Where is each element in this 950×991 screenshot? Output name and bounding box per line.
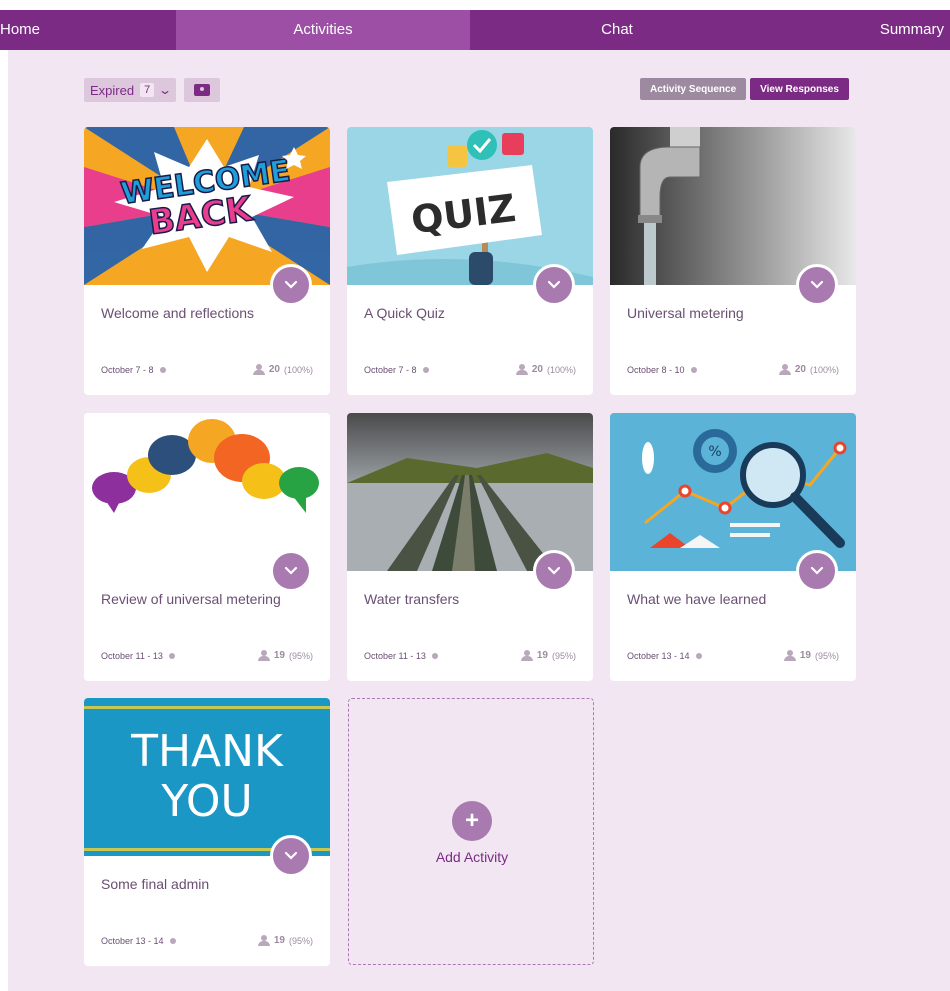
response-count: 20 (100%): [778, 364, 839, 375]
chevron-down-icon: [810, 280, 824, 289]
activity-card[interactable]: WELCOME BACK Welcome and reflections Oct…: [84, 127, 330, 395]
welcome-back-image: WELCOME BACK: [84, 127, 330, 285]
expand-button[interactable]: [270, 835, 312, 877]
expand-button[interactable]: [796, 264, 838, 306]
pipeline-image: [347, 413, 593, 571]
add-activity-card[interactable]: + Add Activity: [348, 698, 594, 965]
status-dot: [690, 367, 697, 373]
quiz-sign-image: QUIZ: [347, 127, 593, 285]
view-responses-button[interactable]: View Responses: [750, 78, 849, 100]
response-count: 19 (95%): [257, 935, 313, 946]
status-filter-dropdown[interactable]: Expired 7 ⌄: [84, 78, 177, 102]
person-icon: [520, 650, 533, 661]
activity-title: A Quick Quiz: [364, 305, 445, 321]
speech-bubbles-image: [84, 413, 330, 571]
filter-toolbar: Expired 7 ⌄: [84, 78, 221, 102]
activity-title: Welcome and reflections: [101, 305, 255, 321]
tab-home[interactable]: Home: [0, 10, 60, 50]
activity-card[interactable]: Universal metering October 8 - 10 20 (100…: [610, 127, 856, 395]
person-icon: [778, 364, 791, 375]
status-dot: [159, 367, 166, 373]
folder-button[interactable]: [184, 78, 221, 102]
activity-sequence-button[interactable]: Activity Sequence: [640, 78, 747, 100]
svg-text:YOU: YOU: [160, 776, 252, 827]
tab-chat[interactable]: Chat: [470, 10, 764, 50]
analytics-image: %: [610, 413, 856, 571]
expand-button[interactable]: [796, 550, 838, 592]
activity-title: What we have learned: [627, 591, 767, 607]
activity-card[interactable]: % What we have learned October 13 - 14 1…: [610, 413, 856, 681]
status-dot: [431, 653, 438, 659]
activity-card[interactable]: THANK YOU Some final admin October 13 - …: [84, 698, 330, 966]
thank-you-image: THANK YOU: [84, 698, 330, 856]
activity-title: Universal metering: [627, 305, 744, 321]
chevron-down-icon: [810, 566, 824, 575]
activity-dates: October 7 - 8: [364, 365, 429, 375]
expand-button[interactable]: [270, 264, 312, 306]
status-dot: [169, 938, 176, 944]
tab-summary[interactable]: Summary: [850, 10, 950, 50]
svg-text:THANK: THANK: [130, 726, 284, 777]
activity-card[interactable]: Water transfers October 11 - 13 19 (95%): [347, 413, 593, 681]
response-count: 20 (100%): [252, 364, 313, 375]
chevron-down-icon: ⌄: [158, 83, 173, 97]
folder-icon: [194, 84, 211, 96]
expand-button[interactable]: [533, 264, 575, 306]
activity-card[interactable]: Review of universal metering October 11 …: [84, 413, 330, 681]
status-dot: [695, 653, 702, 659]
plus-icon[interactable]: +: [452, 801, 492, 841]
chevron-down-icon: [284, 851, 298, 860]
person-icon: [783, 650, 796, 661]
person-icon: [257, 935, 270, 946]
tab-activities[interactable]: Activities: [176, 10, 470, 50]
status-dot: [168, 653, 175, 659]
filter-label: Expired: [90, 82, 135, 98]
svg-text:%: %: [708, 444, 721, 460]
response-count: 19 (95%): [783, 650, 839, 661]
activity-card[interactable]: QUIZ A Quick Quiz October 7 - 8 20 (100%): [347, 127, 593, 395]
person-icon: [257, 650, 270, 661]
activity-dates: October 11 - 13: [364, 651, 438, 661]
response-count: 19 (95%): [257, 650, 313, 661]
status-dot: [422, 367, 429, 373]
activity-dates: October 13 - 14: [627, 651, 702, 661]
filter-count-badge: 7: [140, 83, 155, 97]
activity-title: Review of universal metering: [101, 591, 281, 607]
water-tap-image: [610, 127, 856, 285]
activity-title: Water transfers: [364, 591, 460, 607]
person-icon: [252, 364, 265, 375]
chevron-down-icon: [547, 566, 561, 575]
response-count: 20 (100%): [515, 364, 576, 375]
activity-dates: October 7 - 8: [101, 365, 166, 375]
add-activity-label: Add Activity: [435, 849, 509, 865]
activity-dates: October 13 - 14: [101, 936, 176, 946]
person-icon: [515, 364, 528, 375]
expand-button[interactable]: [270, 550, 312, 592]
activities-panel: Expired 7 ⌄ Activity Sequence View Respo…: [8, 50, 950, 991]
response-count: 19 (95%): [520, 650, 576, 661]
activity-dates: October 11 - 13: [101, 651, 175, 661]
expand-button[interactable]: [533, 550, 575, 592]
activity-dates: October 8 - 10: [627, 365, 697, 375]
chevron-down-icon: [284, 566, 298, 575]
chevron-down-icon: [284, 280, 298, 289]
top-nav: Home Activities Chat Summary: [0, 10, 950, 50]
activity-title: Some final admin: [101, 876, 210, 892]
chevron-down-icon: [547, 280, 561, 289]
action-toolbar: Activity Sequence View Responses: [640, 78, 849, 100]
